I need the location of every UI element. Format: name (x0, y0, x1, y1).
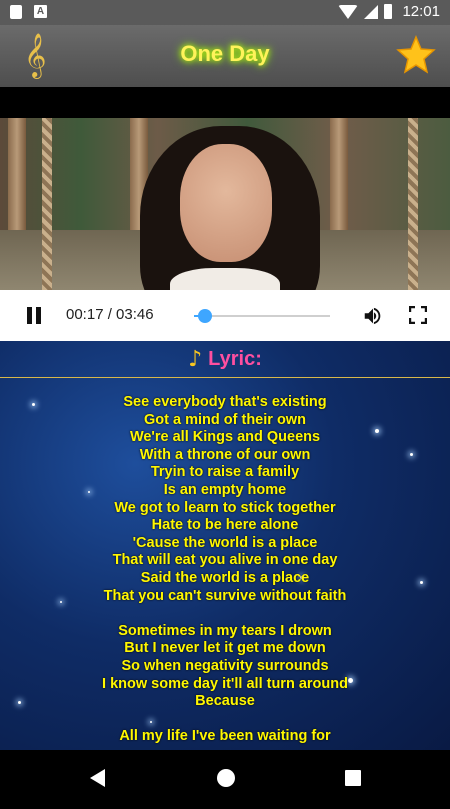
recents-icon[interactable] (345, 770, 361, 786)
lyric-line: 'Cause the world is a place (132, 534, 318, 551)
lyric-text: See everybody that's existing Got a mind … (0, 394, 450, 746)
lyric-line: See everybody that's existing (123, 394, 327, 410)
fullscreen-icon[interactable] (409, 306, 427, 324)
app-bar: 𝄞 One Day (0, 25, 450, 87)
home-icon[interactable] (217, 769, 235, 787)
swing-rope (42, 118, 52, 290)
back-icon[interactable] (90, 769, 105, 787)
lyric-line: We got to learn to stick together (114, 499, 336, 516)
notification-icons: A (10, 5, 47, 19)
lyric-line: That will eat you alive in one day (112, 552, 338, 569)
lyric-line: Said the world is a place (140, 569, 310, 586)
song-title: One Day (180, 41, 270, 66)
lyric-line: But I never let it get me down (124, 640, 326, 657)
player-controls: 00:17 / 03:46 (0, 290, 450, 341)
lyric-line: Tryin to raise a family (150, 464, 300, 481)
volume-icon[interactable] (362, 305, 384, 327)
lyric-line: So when negativity surrounds (121, 657, 329, 674)
lyrics-panel[interactable]: ♪ Lyric: See everybody that's existing Got… (0, 341, 450, 750)
playback-time: 00:17 / 03:46 (66, 306, 154, 323)
sd-card-icon (10, 5, 22, 19)
a-notification-icon: A (34, 5, 47, 18)
battery-icon (384, 4, 393, 19)
video-player[interactable] (0, 118, 450, 290)
pause-icon[interactable] (27, 307, 41, 324)
seek-bar[interactable] (194, 309, 330, 323)
signal-icon (364, 4, 379, 19)
seek-thumb[interactable] (197, 309, 212, 323)
girl-shirt (170, 268, 280, 290)
lyric-line (0, 605, 450, 623)
wifi-icon (338, 4, 359, 19)
girl-face (180, 144, 272, 262)
lyric-header: ♪ Lyric: (0, 341, 450, 378)
lyric-line: I know some day it'll all turn around (102, 675, 348, 692)
lyric-heading: Lyric: (208, 348, 262, 370)
lyric-line: Sometimes in my tears I drown (118, 622, 332, 639)
status-bar: A 12:01 (0, 0, 450, 25)
lyric-line: We're all Kings and Queens (129, 429, 321, 446)
favorite-star-icon[interactable] (396, 35, 436, 75)
lyric-line: With a throne of our own (139, 446, 311, 463)
navigation-bar (0, 750, 450, 809)
music-note-icon: ♪ (188, 346, 203, 372)
video-letterbox (0, 87, 450, 118)
lyric-line: Hate to be here alone (151, 517, 299, 534)
lyric-line: Is an empty home (163, 481, 287, 498)
lyric-line: Got a mind of their own (144, 411, 306, 428)
lyric-line: All my life I've been waiting for (119, 728, 331, 745)
clock: 12:01 (402, 3, 440, 20)
lyric-line (0, 711, 450, 729)
lyric-line: Because (195, 693, 255, 710)
swing-rope (408, 118, 418, 290)
lyric-line: That you can't survive without faith (103, 587, 347, 604)
system-icons: 12:01 (338, 3, 440, 20)
